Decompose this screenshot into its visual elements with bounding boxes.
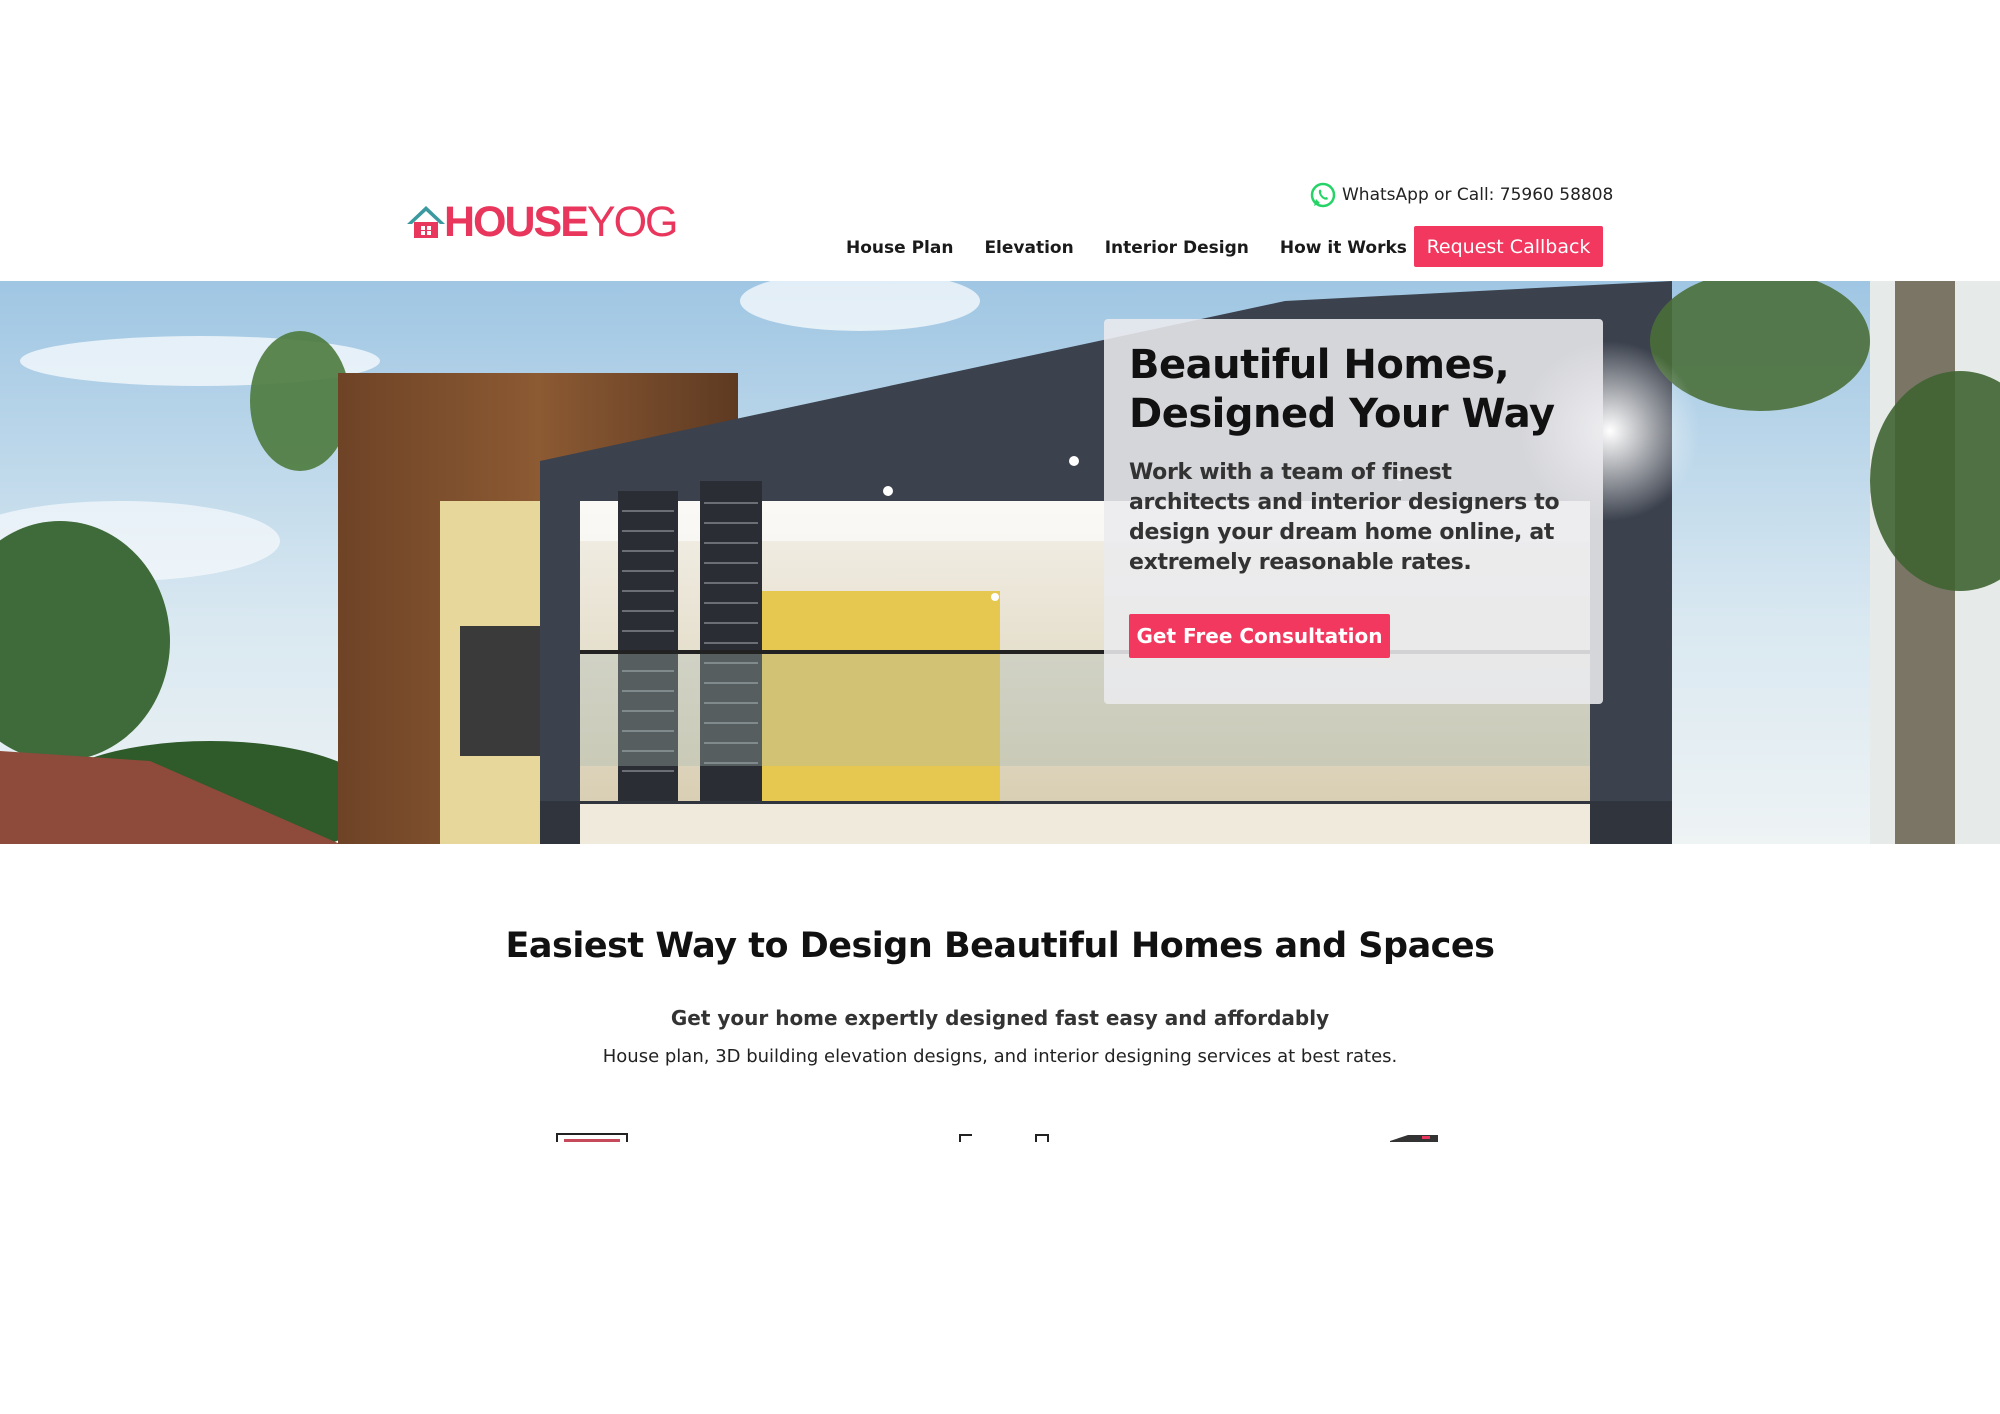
whatsapp-icon: [1310, 182, 1336, 208]
interior-design-icon: [1388, 1130, 1440, 1142]
house-plan-icon: [556, 1130, 628, 1142]
logo-wordmark: HOUSEYOG: [444, 197, 679, 246]
contact-label: WhatsApp or Call: 75960 58808: [1342, 185, 1614, 205]
nav-interior-design[interactable]: Interior Design: [1105, 238, 1249, 258]
nav-elevation[interactable]: Elevation: [984, 238, 1073, 258]
logo-part-yog: YOG: [586, 197, 679, 246]
intro-heading: Easiest Way to Design Beautiful Homes an…: [505, 926, 1495, 966]
site-header: HOUSEYOG WhatsApp or Call: 75960 58808 H…: [0, 0, 2000, 281]
logo-part-house: HOUSE: [444, 197, 589, 246]
house-logo-icon: [404, 200, 448, 244]
elevation-icon: [958, 1130, 1050, 1142]
hero-section: Beautiful Homes, Designed Your Way Work …: [0, 281, 2000, 844]
nav-how-it-works[interactable]: How it Works: [1280, 238, 1407, 258]
intro-description: House plan, 3D building elevation design…: [602, 1046, 1398, 1067]
get-free-consultation-button[interactable]: Get Free Consultation: [1129, 614, 1390, 658]
request-callback-button[interactable]: Request Callback: [1414, 226, 1603, 267]
intro-subheading: Get your home expertly designed fast eas…: [670, 1006, 1330, 1030]
hero-card: Beautiful Homes, Designed Your Way Work …: [1104, 319, 1603, 704]
hero-title: Beautiful Homes, Designed Your Way: [1129, 342, 1555, 437]
contact-info[interactable]: WhatsApp or Call: 75960 58808: [1310, 178, 1613, 212]
hero-text: Work with a team of finest architects an…: [1129, 460, 1560, 575]
main-nav: House Plan Elevation Interior Design How…: [846, 228, 1438, 268]
nav-house-plan[interactable]: House Plan: [846, 238, 953, 258]
houseyog-logo[interactable]: HOUSEYOG: [404, 196, 678, 248]
hero-house-image: [0, 281, 2000, 844]
